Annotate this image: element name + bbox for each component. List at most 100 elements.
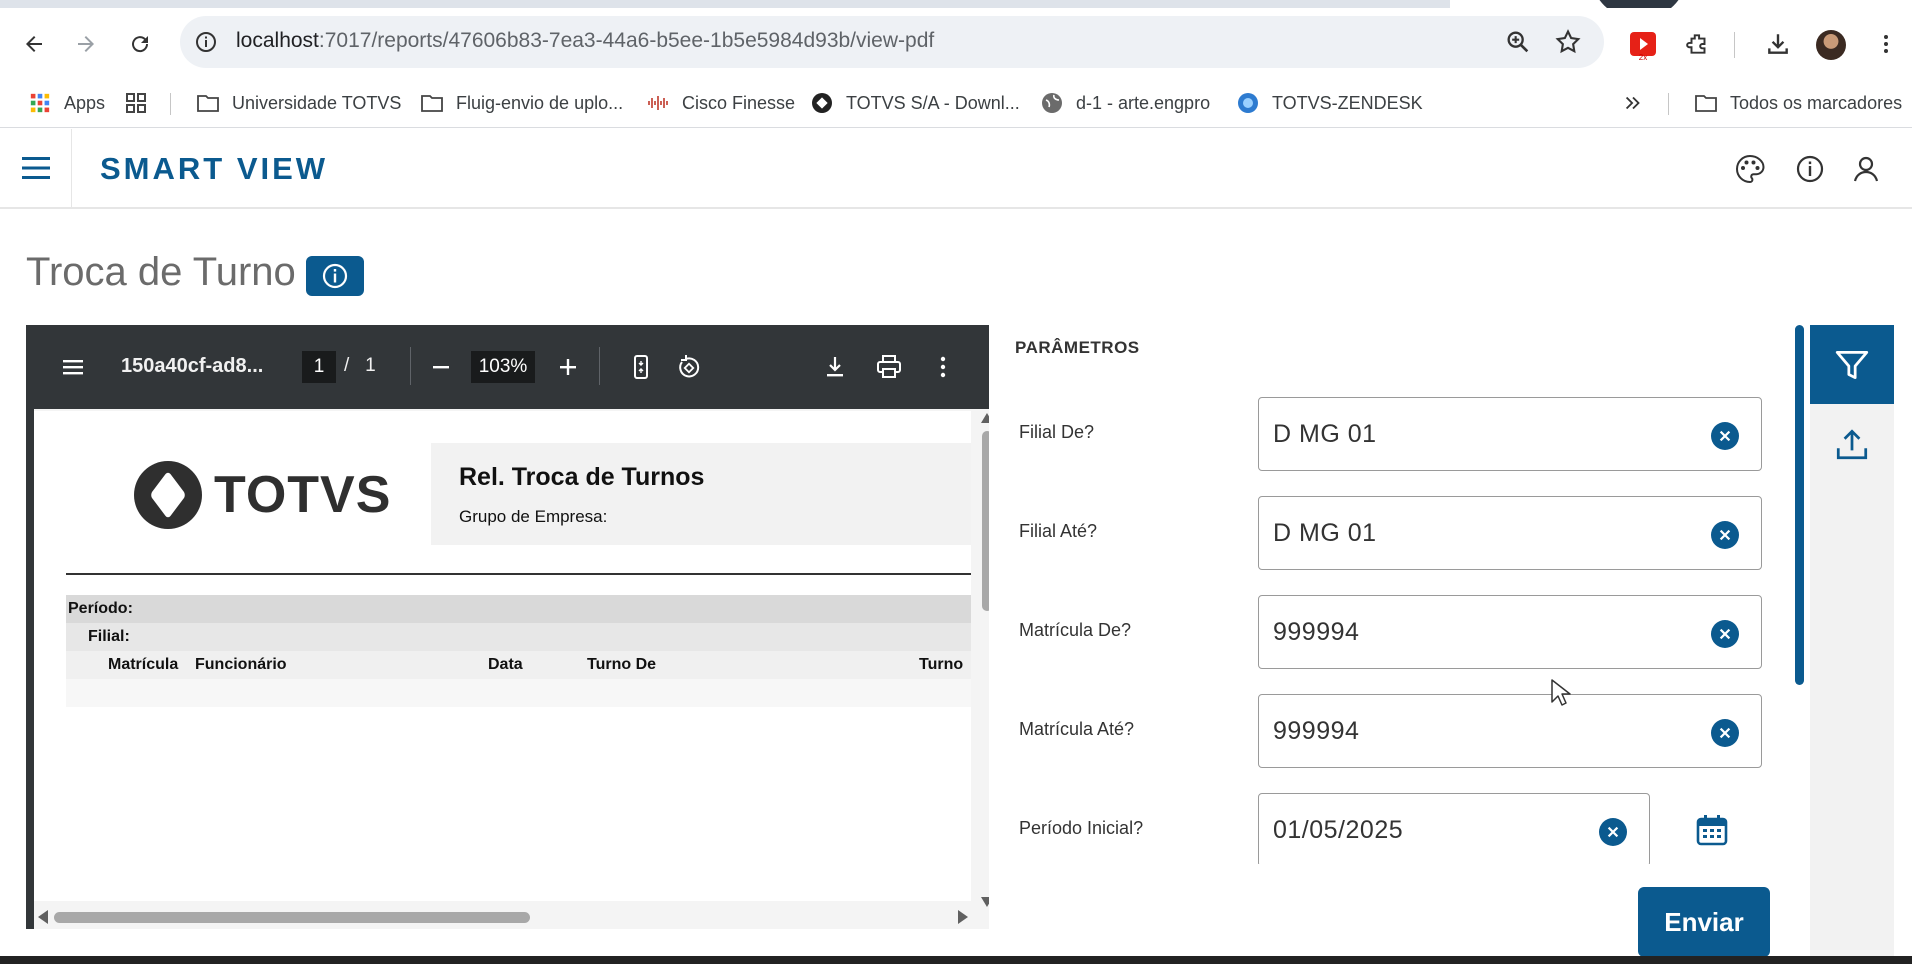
rotate-icon[interactable] xyxy=(674,352,704,382)
bookmark-cisco-finesse[interactable]: Cisco Finesse xyxy=(646,88,795,118)
pdf-toolbar-divider xyxy=(410,347,411,385)
filial-de-input[interactable]: D MG 01 xyxy=(1258,397,1762,471)
clear-icon[interactable] xyxy=(1711,422,1739,450)
info-icon xyxy=(322,263,348,289)
browser-menu-icon[interactable] xyxy=(1868,26,1904,62)
matricula-ate-input[interactable]: 999994 xyxy=(1258,694,1762,768)
pdf-zoom-input[interactable]: 103% xyxy=(471,351,535,383)
address-bar[interactable]: localhost:7017/reports/47606b83-7ea3-44a… xyxy=(180,16,1604,68)
more-bookmarks-icon[interactable] xyxy=(1622,88,1644,118)
report-filial-row: Filial: xyxy=(66,623,971,651)
zoom-in-icon[interactable] xyxy=(553,352,583,382)
matricula-ate-value: 999994 xyxy=(1273,717,1360,745)
clear-icon[interactable] xyxy=(1711,620,1739,648)
report-divider xyxy=(66,573,971,575)
zoom-out-icon[interactable] xyxy=(426,352,456,382)
filial-ate-value: D MG 01 xyxy=(1273,519,1377,547)
totvs-icon xyxy=(810,91,834,115)
browser-toolbar: localhost:7017/reports/47606b83-7ea3-44a… xyxy=(0,8,1912,78)
zoom-icon[interactable] xyxy=(1504,28,1532,56)
totvs-logo-word: TOTVS xyxy=(214,466,392,524)
mouse-cursor-icon xyxy=(1551,679,1571,706)
info-icon[interactable] xyxy=(1794,153,1826,185)
bookmark-all-folders[interactable]: Todos os marcadores xyxy=(1694,88,1902,118)
clear-icon[interactable] xyxy=(1711,521,1739,549)
apps-grid-icon xyxy=(28,91,52,115)
bookmark-label: Cisco Finesse xyxy=(682,92,796,113)
bookmark-label: TOTVS-ZENDESK xyxy=(1272,92,1423,113)
folder-icon xyxy=(420,91,444,115)
param-label-matricula-de: Matrícula De? xyxy=(1019,620,1132,640)
avatar[interactable] xyxy=(1816,30,1846,60)
pdf-filename: 150a40cf-ad8... xyxy=(121,355,264,377)
right-rail xyxy=(1810,325,1894,964)
back-icon[interactable] xyxy=(16,26,52,62)
report-title: Rel. Troca de Turnos xyxy=(459,463,705,491)
totvs-logo: TOTVS xyxy=(134,461,391,529)
brand-title: SMART VIEW xyxy=(100,151,329,186)
calendar-icon[interactable] xyxy=(1694,812,1730,848)
col-turno-de: Turno De xyxy=(587,656,657,673)
clear-icon[interactable] xyxy=(1711,719,1739,747)
reload-icon[interactable] xyxy=(122,26,158,62)
filter-icon xyxy=(1835,350,1869,379)
palette-icon[interactable] xyxy=(1734,153,1766,185)
bookmark-label: d-1 - arte.engpro xyxy=(1076,92,1211,113)
globe-icon xyxy=(1040,91,1064,115)
bookmark-universidade-totvs[interactable]: Universidade TOTVS xyxy=(196,88,401,118)
site-info-icon[interactable] xyxy=(194,30,218,54)
col-funcionario: Funcionário xyxy=(195,656,287,673)
fit-page-icon[interactable] xyxy=(626,352,656,382)
url-text: localhost:7017/reports/47606b83-7ea3-44a… xyxy=(236,29,934,53)
forward-icon[interactable] xyxy=(68,26,104,62)
bookmark-d1-arte[interactable]: d-1 - arte.engpro xyxy=(1040,88,1210,118)
clear-icon[interactable] xyxy=(1599,818,1627,846)
bookmark-label: Todos os marcadores xyxy=(1730,92,1903,113)
extensions-icon[interactable] xyxy=(1680,26,1716,62)
pdf-page-input[interactable]: 1 xyxy=(302,351,336,383)
bookmark-totvs-download[interactable]: TOTVS S/A - Downl... xyxy=(810,88,1020,118)
col-turno: Turno xyxy=(919,656,964,673)
pdf-page: TOTVS Rel. Troca de Turnos Grupo de Empr… xyxy=(34,411,971,901)
bookmark-label: Fluig-envio de uplo... xyxy=(456,92,624,113)
pdf-menu-icon[interactable] xyxy=(58,352,88,382)
pdf-download-icon[interactable] xyxy=(820,352,850,382)
periodo-inicial-input[interactable]: 01/05/2025 xyxy=(1258,793,1650,867)
pdf-horizontal-scrollbar[interactable] xyxy=(34,905,977,929)
totvs-logo-mark xyxy=(134,461,202,529)
report-subtitle: Grupo de Empresa: xyxy=(459,507,608,526)
pdf-toolbar-divider xyxy=(599,347,600,385)
bookmark-apps[interactable]: Apps xyxy=(28,88,105,118)
report-period-row: Período: xyxy=(66,595,971,623)
menu-toggle[interactable] xyxy=(0,129,72,207)
download-icon[interactable] xyxy=(1760,26,1796,62)
report-header: Rel. Troca de Turnos Grupo de Empresa: xyxy=(431,443,971,545)
bookmark-totvs-zendesk[interactable]: TOTVS-ZENDESK xyxy=(1236,88,1423,118)
user-icon[interactable] xyxy=(1850,153,1882,185)
bookmark-divider xyxy=(1668,93,1669,115)
pdf-content: TOTVS Rel. Troca de Turnos Grupo de Empr… xyxy=(26,409,989,929)
matricula-de-input[interactable]: 999994 xyxy=(1258,595,1762,669)
bookmark-label: TOTVS S/A - Downl... xyxy=(846,92,1020,113)
filter-button[interactable] xyxy=(1810,325,1894,404)
toolbar-divider xyxy=(1734,32,1735,58)
bookmark-fluig[interactable]: Fluig-envio de uplo... xyxy=(420,88,623,118)
pdf-vertical-scrollbar[interactable] xyxy=(977,409,989,909)
upload-button[interactable] xyxy=(1810,404,1894,484)
youtube-extension-icon[interactable]: 2x xyxy=(1630,32,1656,62)
params-scroll-edge xyxy=(1000,864,1790,870)
params-scrollbar[interactable] xyxy=(1795,325,1804,685)
bookmark-star-icon[interactable] xyxy=(1554,28,1582,56)
params-title: PARÂMETROS xyxy=(1015,338,1140,357)
page-title: Troca de Turno xyxy=(26,250,296,294)
report-empty-row xyxy=(66,679,971,707)
pdf-more-icon[interactable] xyxy=(928,352,958,382)
tab-groups-icon[interactable] xyxy=(124,88,148,118)
send-button[interactable]: Enviar xyxy=(1638,887,1770,957)
report-info-button[interactable] xyxy=(306,256,364,296)
filial-ate-input[interactable]: D MG 01 xyxy=(1258,496,1762,570)
periodo-inicial-value: 01/05/2025 xyxy=(1273,816,1404,844)
param-label-filial-de: Filial De? xyxy=(1019,422,1095,442)
filial-label: Filial: xyxy=(88,628,130,645)
print-icon[interactable] xyxy=(874,352,904,382)
